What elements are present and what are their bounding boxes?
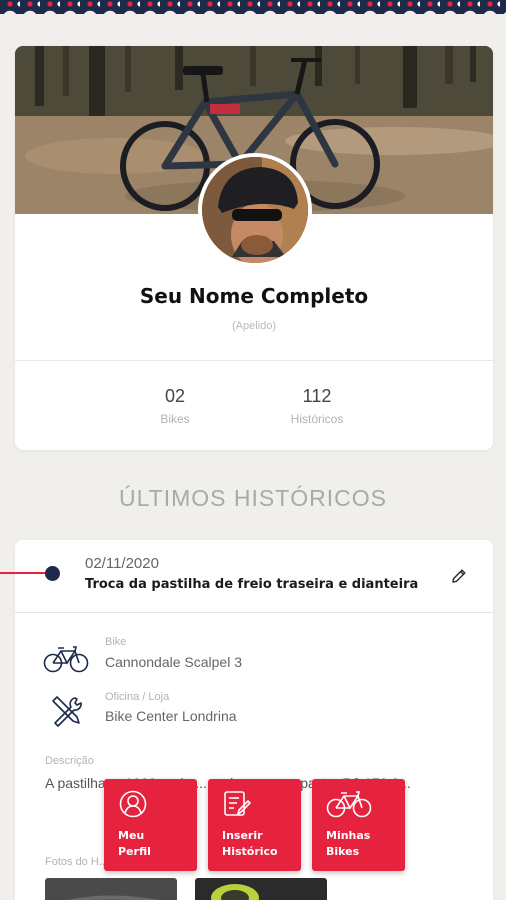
inserir-historico-button[interactable]: Inserir Histórico xyxy=(208,779,301,871)
bike-value: Cannondale Scalpel 3 xyxy=(105,654,242,670)
inserir-historico-label: Inserir Histórico xyxy=(222,829,278,858)
shop-value: Bike Center Londrina xyxy=(105,708,237,724)
stats-divider xyxy=(15,360,493,361)
meu-perfil-label: Meu Perfil xyxy=(118,829,151,858)
history-divider xyxy=(15,612,493,613)
stat-bikes[interactable]: 02 Bikes xyxy=(115,386,235,426)
user-icon xyxy=(119,790,147,818)
minhas-bikes-label: Minhas Bikes xyxy=(326,829,371,858)
history-photo[interactable] xyxy=(45,878,177,900)
photos-label: Fotos do H... xyxy=(45,856,108,868)
description-label: Descrição xyxy=(45,755,94,767)
meu-perfil-button[interactable]: Meu Perfil xyxy=(104,779,197,871)
minhas-bikes-button[interactable]: Minhas Bikes xyxy=(312,779,405,871)
history-date: 02/11/2020 xyxy=(85,555,159,572)
section-title: ÚLTIMOS HISTÓRICOS xyxy=(118,485,388,511)
edit-list-icon xyxy=(224,791,251,816)
stat-bikes-label: Bikes xyxy=(160,412,190,426)
profile-nickname: (Apelido) xyxy=(231,320,277,332)
tools-icon xyxy=(52,696,82,727)
history-title: Troca da pastilha de freio traseira e di… xyxy=(85,577,419,592)
stat-historicos-value: 112 xyxy=(302,386,332,406)
timeline-dot xyxy=(45,566,60,581)
bike-icon xyxy=(326,791,372,818)
stat-historicos-label: Históricos xyxy=(290,412,344,426)
bike-label: Bike xyxy=(105,636,127,648)
stat-bikes-value: 02 xyxy=(164,386,186,406)
shop-label: Oficina / Loja xyxy=(105,691,170,703)
avatar-photo xyxy=(202,157,308,263)
bike-icon xyxy=(43,646,89,673)
avatar[interactable] xyxy=(198,153,312,267)
profile-card: Seu Nome Completo (Apelido) 02 Bikes 112… xyxy=(15,46,493,450)
pencil-icon[interactable] xyxy=(450,567,468,585)
top-decorative-border xyxy=(0,0,506,14)
stat-historicos[interactable]: 112 Históricos xyxy=(257,386,377,426)
profile-name: Seu Nome Completo xyxy=(139,284,369,308)
history-photo[interactable] xyxy=(195,878,327,900)
